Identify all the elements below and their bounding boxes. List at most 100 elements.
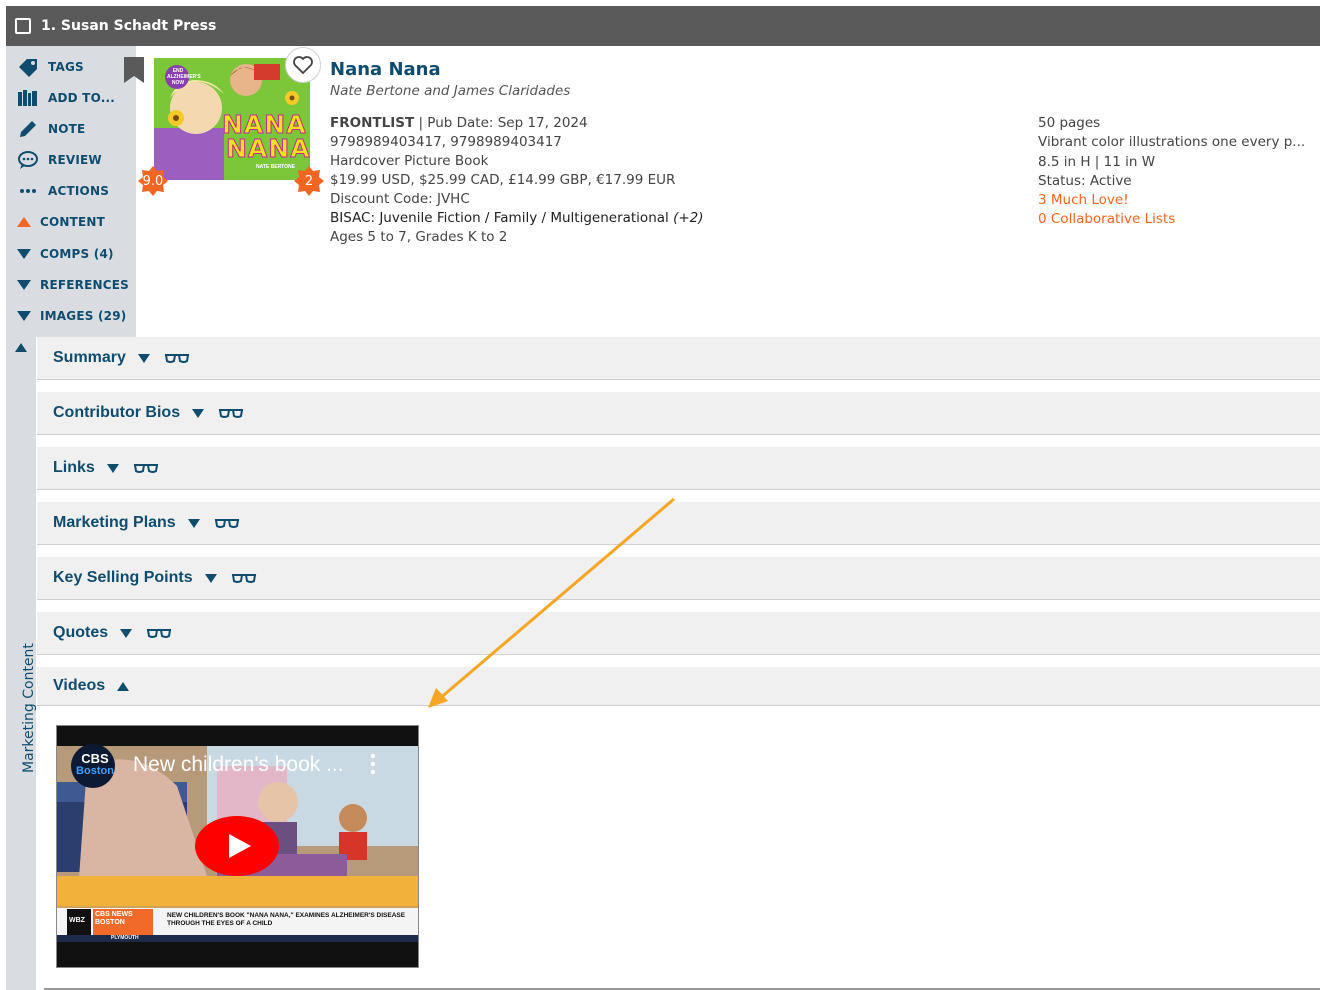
price-line: $19.99 USD, $25.99 CAD, £14.99 GBP, €17.… — [330, 172, 676, 188]
size-line: 8.5 in H | 11 in W — [1038, 153, 1156, 170]
status-tag: FRONTLIST — [330, 115, 415, 131]
channel-logo-line2: Boston — [76, 765, 114, 777]
sidebar-item-label: REVIEW — [48, 153, 102, 167]
sidebar-item-images[interactable]: IMAGES (29) — [16, 305, 126, 327]
glasses-icon[interactable] — [133, 462, 159, 474]
book-info: Nana Nana Nate Bertone and James Clarida… — [330, 58, 704, 247]
section-contributor-bios[interactable]: Contributor Bios — [37, 392, 1320, 435]
bisac-more[interactable]: (+2) — [669, 210, 703, 226]
section-videos[interactable]: Videos — [37, 667, 1320, 706]
section-label: Key Selling Points — [53, 569, 193, 586]
collaborative-lists-link[interactable]: 0 Collaborative Lists — [1038, 210, 1305, 229]
section-summary[interactable]: Summary — [37, 337, 1320, 380]
triangle-up-icon — [16, 211, 32, 233]
speech-bubble-icon — [16, 149, 40, 171]
sidebar-item-actions[interactable]: ACTIONS — [16, 180, 109, 202]
glasses-icon[interactable] — [164, 352, 190, 364]
book-title[interactable]: Nana Nana — [330, 58, 704, 82]
favorite-heart-button[interactable] — [285, 47, 321, 83]
isbn-line: 9798989403417, 9798989403417 — [330, 134, 562, 150]
section-label: Quotes — [53, 624, 109, 641]
cover-title-line2: NANA — [226, 134, 310, 164]
video-player[interactable]: CBS Boston New children's book ... WBZ C… — [56, 725, 419, 968]
sidebar-item-label: NOTE — [48, 122, 86, 136]
triangle-down-icon — [16, 274, 32, 296]
section-marketing-plans[interactable]: Marketing Plans — [37, 502, 1320, 545]
glasses-icon[interactable] — [218, 407, 244, 419]
sidebar-item-label: IMAGES (29) — [40, 309, 127, 323]
cover-byline: NATE BERTONE — [256, 164, 295, 170]
section-label: Summary — [53, 349, 126, 366]
action-sidebar: TAGS ADD TO... NOTE REVIEW ACTIONS CONTE… — [6, 46, 136, 337]
section-label: Videos — [53, 677, 106, 694]
sidebar-item-tags[interactable]: TAGS — [16, 56, 84, 78]
section-key-selling-points[interactable]: Key Selling Points — [37, 557, 1320, 600]
status-line: Status: Active — [1038, 172, 1132, 189]
book-cover[interactable]: END ALZHEIMER'S NOW NANA NANA NATE BERTO… — [154, 58, 310, 180]
bisac-label: BISAC: — [330, 210, 380, 226]
expand-arrow-icon[interactable] — [137, 353, 150, 363]
collapse-caret-icon[interactable] — [15, 343, 27, 352]
sidebar-item-note[interactable]: NOTE — [16, 118, 85, 140]
publisher-title: 1. Susan Schadt Press — [41, 18, 217, 34]
sidebar-item-label: TAGS — [48, 60, 84, 74]
glasses-icon[interactable] — [214, 517, 240, 529]
sidebar-item-label: CONTENT — [40, 215, 106, 229]
channel-logo-line1: CBS — [81, 751, 109, 766]
book-authors: Nate Bertone and James Claridades — [330, 83, 571, 99]
collapse-arrow-icon[interactable] — [117, 681, 130, 691]
books-icon — [16, 87, 40, 109]
result-header: 1. Susan Schadt Press — [6, 6, 1320, 46]
sidebar-item-comps[interactable]: COMPS (4) — [16, 243, 114, 265]
expand-arrow-icon[interactable] — [106, 463, 119, 473]
marketing-content-label: Marketing Content — [21, 643, 37, 773]
pub-line: FRONTLIST | Pub Date: Sep 17, 2024 — [330, 114, 704, 133]
video-headline: NEW CHILDREN'S BOOK "NANA NANA," EXAMINE… — [167, 912, 406, 927]
cover-sticker: END ALZHEIMER'S NOW — [167, 68, 201, 86]
sidebar-item-label: ADD TO... — [48, 91, 115, 105]
section-links[interactable]: Links — [37, 447, 1320, 490]
section-quotes[interactable]: Quotes — [37, 612, 1320, 655]
sidebar-item-content[interactable]: CONTENT — [16, 211, 105, 233]
sidebar-item-review[interactable]: REVIEW — [16, 149, 102, 171]
bisac-line: BISAC: Juvenile Fiction / Family / Multi… — [330, 209, 704, 228]
pencil-icon — [16, 118, 40, 140]
expand-arrow-icon[interactable] — [187, 518, 200, 528]
video-title[interactable]: New children's book ... — [133, 753, 344, 777]
tag-icon — [16, 56, 40, 78]
format-line: Hardcover Picture Book — [330, 153, 489, 169]
score-badge[interactable]: 9.0 — [138, 166, 168, 196]
channel-logo-text: CBS Boston — [73, 752, 117, 777]
much-love-link[interactable]: 3 Much Love! — [1038, 191, 1305, 210]
count-badge[interactable]: 2 — [294, 166, 324, 196]
discount-line: Discount Code: JVHC — [330, 191, 470, 207]
marketing-content-strip[interactable]: Marketing Content — [6, 337, 37, 990]
sidebar-item-references[interactable]: REFERENCES — [16, 274, 129, 296]
bookmark-icon[interactable] — [123, 57, 145, 83]
bisac-value: Juvenile Fiction / Family / Multigenerat… — [379, 210, 669, 226]
sidebar-item-add-to[interactable]: ADD TO... — [16, 87, 115, 109]
glasses-icon[interactable] — [231, 572, 257, 584]
triangle-down-icon — [16, 305, 32, 327]
select-checkbox[interactable] — [15, 18, 31, 34]
expand-arrow-icon[interactable] — [204, 573, 217, 583]
expand-arrow-icon[interactable] — [120, 628, 133, 638]
sidebar-item-label: REFERENCES — [40, 278, 129, 292]
section-label: Links — [53, 459, 95, 476]
glasses-icon[interactable] — [146, 627, 172, 639]
pages-line: 50 pages — [1038, 115, 1101, 131]
sidebar-item-label: COMPS (4) — [40, 247, 114, 261]
ages-line: Ages 5 to 7, Grades K to 2 — [330, 229, 508, 245]
ticker-station: WBZ — [69, 917, 85, 924]
score-value: 9.0 — [142, 173, 164, 189]
count-value: 2 — [304, 173, 314, 189]
section-label: Contributor Bios — [53, 404, 181, 421]
pub-date: | Pub Date: Sep 17, 2024 — [414, 115, 588, 131]
ticker-location: PLYMOUTH — [111, 935, 139, 941]
ellipsis-icon — [16, 180, 40, 202]
expand-arrow-icon[interactable] — [192, 408, 205, 418]
book-details: 50 pages Vibrant color illustrations one… — [1038, 114, 1305, 230]
section-label: Marketing Plans — [53, 514, 176, 531]
ticker-brand: CBS NEWS BOSTON — [95, 911, 133, 926]
sidebar-item-label: ACTIONS — [48, 184, 110, 198]
